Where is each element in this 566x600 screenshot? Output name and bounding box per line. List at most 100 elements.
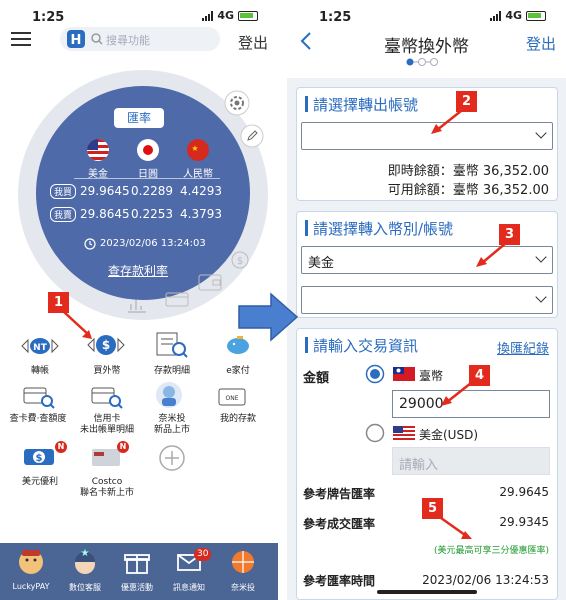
svg-text:H: H [71,33,82,48]
card-bill-icon[interactable] [90,384,124,410]
deal-rate-label: 參考成交匯率 [303,517,376,531]
network-label: 4G [217,9,234,22]
china-flag-icon: ★ [187,139,209,161]
twd-radio[interactable] [365,364,385,384]
sell-label: 我賣 [50,207,77,222]
new-badge: N [117,441,129,453]
grid-label-buy-fx[interactable]: 買外幣 [75,366,139,377]
battery-icon [238,10,258,21]
chevron-down-icon [535,127,547,139]
usa-flag-icon [87,139,109,161]
chart-deco-icon [128,300,146,313]
svg-text:★: ★ [191,144,198,153]
section-source-account: 請選擇轉出帳號 即時餘額：臺幣 36,352.00 可用餘額：臺幣 36,352… [296,87,558,201]
menu-icon[interactable] [11,31,31,47]
buy-cny: 4.4293 [180,184,222,198]
fx-exchange-screen: 1:25 4G 臺幣換外幣 登出 請選擇轉出帳號 即時餘額：臺幣 36,352.… [287,0,566,600]
rate-badge: 匯率 [114,108,164,128]
discount-note: (美元最高可享三分優惠匯率) [433,546,549,556]
card-search-icon[interactable] [22,384,56,410]
usd-label: 美金(USD) [419,428,479,442]
page-title: 臺幣換外幣 [384,37,469,57]
edit-icon[interactable] [240,124,264,148]
taiwan-flag-icon [393,367,415,381]
buy-jpy: 0.2289 [131,184,173,198]
usd-bonus-icon[interactable]: $ [22,446,58,468]
deal-rate-value: 29.9345 [499,515,549,529]
svg-text:$: $ [102,338,110,352]
wallet-deco-icon [198,274,222,291]
nano-icon [232,551,254,573]
marker-1: 1 [48,292,69,313]
target-account-select[interactable] [301,286,553,314]
rate-time-label: 參考匯率時間 [303,574,376,588]
arrow-2-icon [431,110,462,134]
network-label: 4G [505,9,522,22]
home-indicator [377,590,477,594]
card-deco-icon [165,292,189,307]
step-indicator [406,58,438,66]
japan-flag-icon [137,139,159,161]
arrow-4-icon [441,382,472,406]
history-link[interactable]: 換匯紀錄 [497,338,549,357]
new-badge: N [55,441,67,453]
notification-count-badge: 30 [194,548,212,561]
add-icon[interactable] [158,444,186,472]
svg-text:ONE: ONE [225,395,238,402]
tab-notifications[interactable]: 訊息通知 30 [164,548,214,593]
sell-usd: 29.8645 [80,207,130,221]
section-title: 請選擇轉出帳號 [304,96,419,114]
deposit-rate-link[interactable]: 查存款利率 [108,262,168,279]
coin-deco-icon: $ [231,251,249,269]
currency-select[interactable]: 美金 [301,246,553,274]
grid-label-usd-bonus[interactable]: 美元優利 [8,477,72,488]
tab-service[interactable]: ★ 數位客服 [60,548,110,593]
section-title: 請選擇轉入幣別/帳號 [304,220,454,238]
tab-luckypay[interactable]: LuckyPAY [6,548,56,591]
grid-label-my-deposit[interactable]: 我的存款 [206,414,270,425]
transition-arrow-icon [238,292,299,342]
bottom-tab-bar: LuckyPAY ★ 數位客服 優惠活動 訊息通知 30 奈米投 [0,543,278,600]
grid-label-epay[interactable]: e家付 [206,366,270,377]
dollar-exchange-icon[interactable]: $ [86,333,126,357]
status-time: 1:25 [32,10,65,25]
signal-icon [490,10,502,21]
instant-balance: 即時餘額：臺幣 36,352.00 [387,164,549,179]
grid-label-transfer[interactable]: 轉帳 [8,366,72,377]
board-rate-value: 29.9645 [499,485,549,499]
search-bar[interactable]: H 搜尋功能 [60,27,220,51]
available-balance: 可用餘額：臺幣 36,352.00 [387,183,549,198]
tab-nano[interactable]: 奈米投 [218,548,268,593]
svg-text:★: ★ [81,548,90,559]
usd-radio[interactable] [365,423,385,443]
grid-label-card-bill[interactable]: 信用卡 未出帳單明細 [75,414,139,436]
buy-label: 我買 [50,184,77,199]
tab-promotions[interactable]: 優惠活動 [112,548,162,593]
logout-button[interactable]: 登出 [526,33,556,54]
nano-invest-icon[interactable] [154,380,184,410]
logout-button[interactable]: 登出 [238,32,268,53]
grid-label-card-fee[interactable]: 查卡費‧查額度 [6,414,70,425]
status-time: 1:25 [319,10,352,25]
svg-text:NT: NT [33,343,48,353]
rate-timestamp: 2023/02/06 13:24:03 [100,238,206,249]
search-placeholder: 搜尋功能 [106,34,150,47]
clock-icon [84,238,96,250]
grid-label-nano-invest[interactable]: 奈米投 新品上市 [140,414,204,436]
statement-search-icon[interactable] [155,331,189,359]
battery-icon [526,10,546,21]
svg-text:$: $ [36,453,43,464]
app-logo-icon: H [67,30,85,48]
grid-label-costco[interactable]: Costco 聯名卡新上市 [75,477,139,499]
usd-amount-input[interactable]: 請輸入 [392,447,550,475]
my-deposit-icon[interactable]: ONE [217,386,247,408]
svg-text:$: $ [237,256,243,267]
currency-select-value: 美金 [308,256,335,271]
search-icon [91,33,103,45]
chevron-down-icon [535,251,547,263]
nt-transfer-icon[interactable]: NT [20,335,60,357]
buy-usd: 29.9645 [80,184,130,198]
sell-jpy: 0.2253 [131,207,173,221]
gear-icon[interactable] [224,90,250,116]
grid-label-statement[interactable]: 存款明細 [140,366,204,377]
